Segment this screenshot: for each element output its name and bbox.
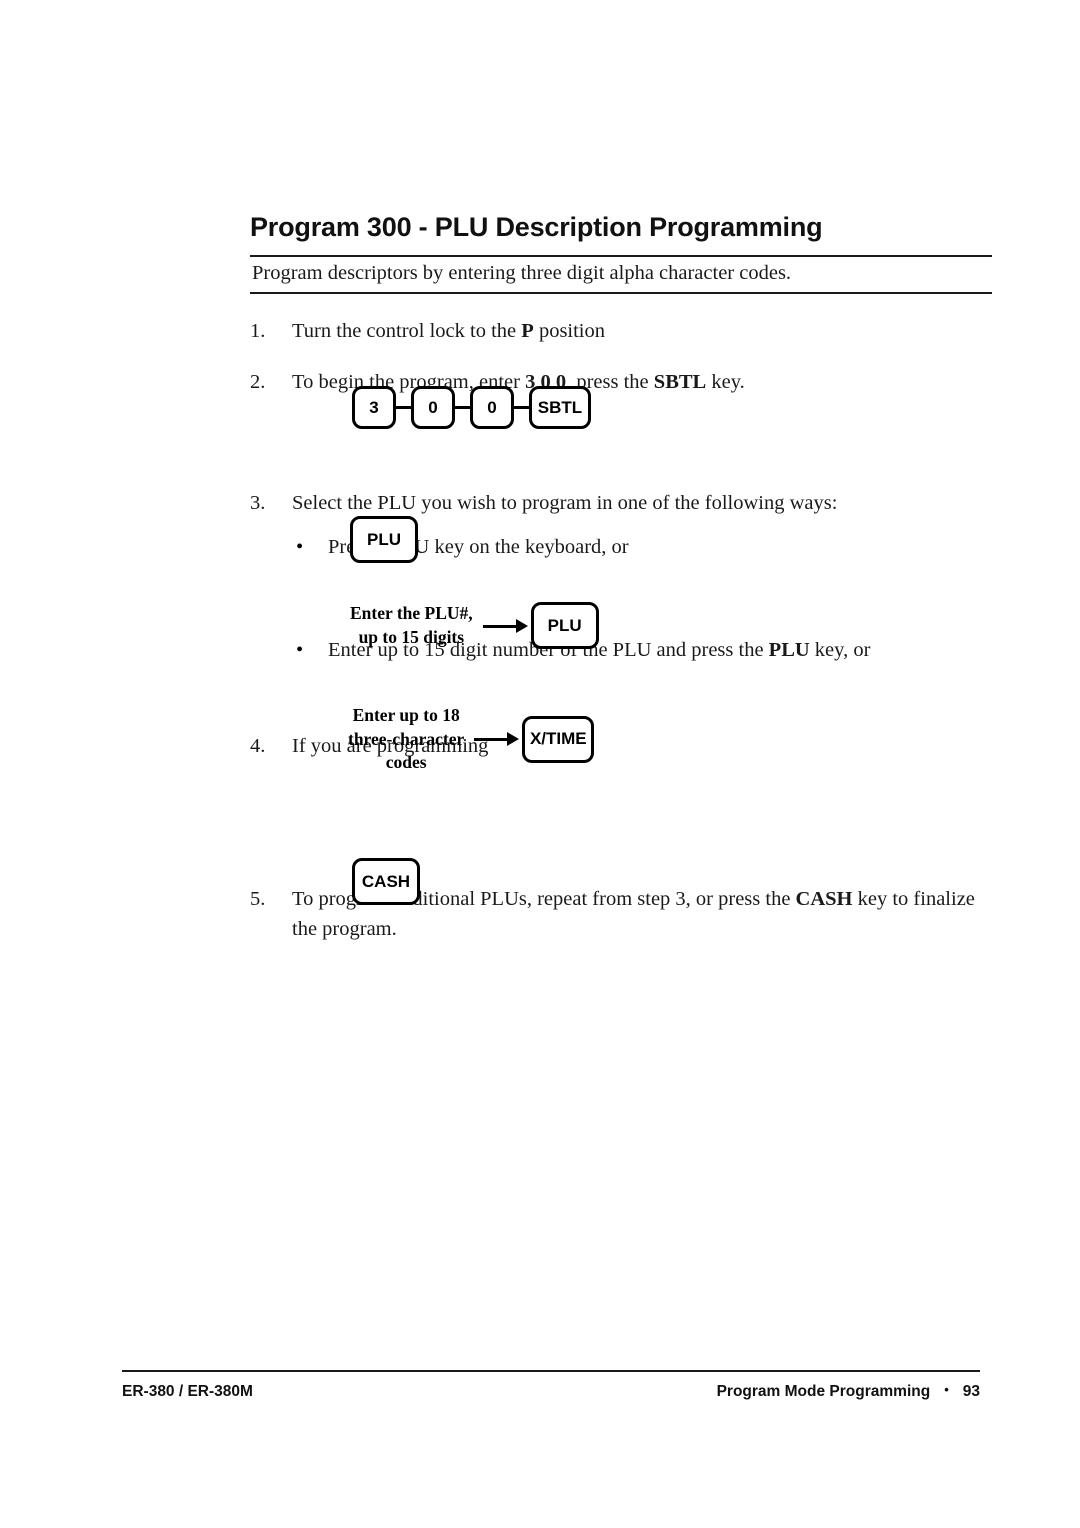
key-0-first[interactable]: 0 — [411, 386, 455, 429]
diagram-xtime-entry: Enter up to 18 three-character codes X/T… — [348, 704, 595, 775]
page-title: Program 300 - PLU Description Programmin… — [250, 212, 823, 242]
key-cash-standalone-wrapper: CASH — [352, 858, 420, 905]
step-2-number: 2. — [250, 370, 266, 393]
footer-rule — [122, 1370, 980, 1372]
diagram-xtime-entry-label: Enter up to 18 three-character codes — [348, 705, 465, 773]
diagram-plu-entry-label: Enter the PLU#, up to 15 digits — [350, 603, 473, 647]
step-5-number: 5. — [250, 887, 266, 910]
step-1-text: Turn the control lock to the P position — [292, 320, 606, 342]
title-rule-bottom — [250, 291, 992, 294]
bullet-item-1-text: Press a PLU key on the keyboard, or — [328, 536, 629, 559]
right-arrow-icon — [482, 618, 529, 633]
key-plu[interactable]: PLU — [530, 602, 599, 650]
footer-model-text: ER-380 / ER-380M — [122, 1383, 253, 1400]
step-4-number: 4. — [250, 734, 266, 757]
key-connector — [455, 406, 470, 409]
step-3-text: Select the PLU you wish to program in on… — [292, 491, 838, 514]
key-sbtl[interactable]: SBTL — [529, 386, 591, 429]
step-1-number: 1. — [250, 320, 266, 342]
bullet-marker: • — [296, 639, 304, 661]
key-0-second[interactable]: 0 — [470, 386, 514, 429]
key-plu-standalone-wrapper: PLU — [350, 516, 418, 563]
step-1: 1. Turn the control lock to the P positi… — [250, 316, 992, 347]
footer-separator-dot: • — [944, 1382, 949, 1397]
key-xtime[interactable]: X/TIME — [522, 715, 595, 763]
bullet-marker: • — [296, 536, 304, 559]
key-sequence-300: 3 0 0 SBTL — [352, 386, 591, 429]
document-page: Program 300 - PLU Description Programmin… — [0, 0, 1080, 1528]
key-connector — [396, 406, 411, 409]
right-arrow-icon — [474, 732, 520, 747]
key-plu[interactable]: PLU — [350, 516, 418, 563]
diagram-plu-entry: Enter the PLU#, up to 15 digits PLU — [350, 602, 599, 650]
footer-page-number: 93 — [962, 1383, 980, 1400]
footer-section-title: Program Mode Programming — [716, 1383, 931, 1400]
key-cash[interactable]: CASH — [352, 858, 420, 905]
page-footer: ER-380 / ER-380M Program Mode Programmin… — [122, 1370, 980, 1401]
step-3-number: 3. — [250, 491, 266, 514]
key-connector — [514, 406, 529, 409]
page-subtitle: Program descriptors by entering three di… — [252, 262, 792, 285]
key-3[interactable]: 3 — [352, 386, 396, 429]
title-block: Program 300 - PLU Description Programmin… — [250, 212, 992, 294]
